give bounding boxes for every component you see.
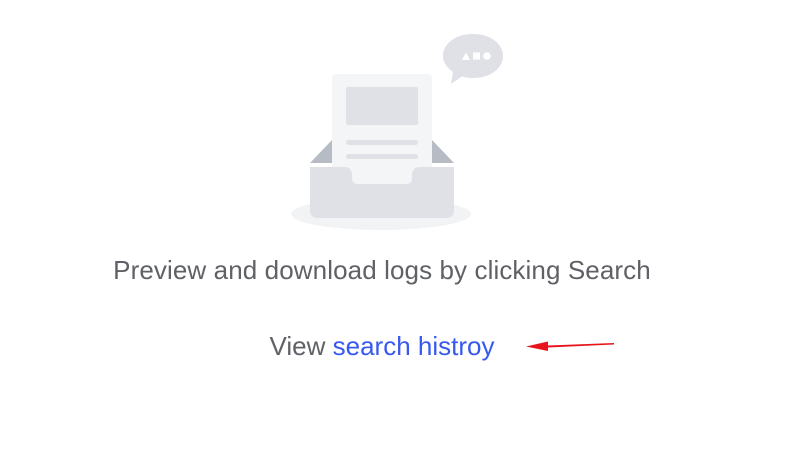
empty-state-message: Preview and download logs by clicking Se… <box>113 255 651 285</box>
view-history-line: View search histroy <box>0 329 764 363</box>
empty-inbox-illustration <box>291 34 503 230</box>
red-arrow-annotation <box>526 341 614 351</box>
chat-bubble-icon <box>443 34 503 84</box>
search-history-link[interactable]: search histroy <box>333 331 495 361</box>
history-prefix: View <box>269 331 326 361</box>
empty-state-panel: Preview and download logs by clicking Se… <box>0 0 808 476</box>
